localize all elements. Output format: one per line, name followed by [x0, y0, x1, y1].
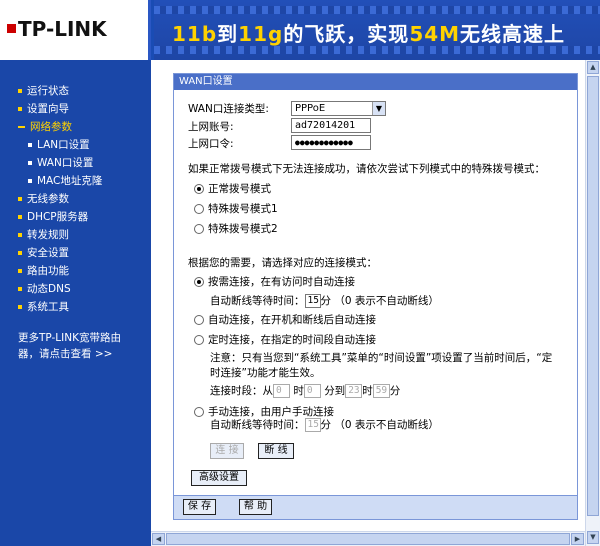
idle-time-row: 自动断线等待时间： 15 分 （0 表示不自动断线） [210, 294, 439, 308]
scroll-down-icon[interactable]: ▼ [587, 531, 599, 544]
sidebar-item-label: MAC地址克隆 [37, 175, 103, 187]
bullet-icon [18, 287, 22, 291]
sidebar-item-4[interactable]: WAN口设置 [18, 154, 102, 172]
mode-auto[interactable]: 自动连接，在开机和断线后自动连接 [194, 312, 376, 327]
sidebar-item-8[interactable]: 转发规则 [18, 226, 102, 244]
sidebar-item-2[interactable]: 网络参数 [18, 118, 102, 136]
radio-icon[interactable] [194, 315, 204, 325]
horizontal-scroll-thumb[interactable] [166, 533, 570, 545]
wan-type-label: WAN口连接类型: [188, 103, 269, 115]
bullet-icon [18, 305, 22, 309]
sidebar-item-label: LAN口设置 [37, 139, 90, 151]
sidebar-item-label: WAN口设置 [37, 157, 94, 169]
sidebar-item-label: 无线参数 [27, 193, 69, 205]
scroll-up-icon[interactable]: ▲ [587, 61, 599, 74]
manual-idle-input[interactable]: 15 [304, 418, 321, 432]
sidebar-item-label: 转发规则 [27, 229, 69, 241]
bullet-icon [18, 269, 22, 273]
sidebar-item-7[interactable]: DHCP服务器 [18, 208, 102, 226]
scroll-left-icon[interactable]: ◀ [152, 533, 165, 545]
sidebar-item-label: 网络参数 [30, 121, 72, 133]
password-label: 上网口令: [188, 138, 234, 150]
bullet-icon [18, 89, 22, 93]
dial-hint: 如果正常拨号模式下无法连接成功，请依次尝试下列模式中的特殊拨号模式： [188, 163, 545, 175]
action-bar: 保 存 帮 助 [174, 495, 577, 519]
sidebar-item-1[interactable]: 设置向导 [18, 100, 102, 118]
wan-type-select[interactable]: PPPoE ▼ [291, 101, 386, 116]
dial-mode-special-2[interactable]: 特殊拨号模式2 [194, 221, 278, 236]
vertical-scrollbar[interactable]: ▲ ▼ [585, 60, 600, 546]
brand-name: TP-LINK [18, 17, 107, 41]
bullet-icon [18, 126, 25, 128]
sidebar: 运行状态设置向导网络参数 LAN口设置 WAN口设置 MAC地址克隆无线参数 DHCP服… [0, 60, 151, 546]
horizontal-scrollbar[interactable]: ◀ ▶ [151, 531, 585, 546]
sidebar-item-0[interactable]: 运行状态 [18, 82, 102, 100]
banner: 11b到11g的飞跃，实现54M无线高速上 [154, 0, 600, 60]
timed-note-2: 时连接”功能才能生效。 [210, 367, 321, 379]
scroll-right-icon[interactable]: ▶ [571, 533, 584, 545]
sidebar-item-label: 路由功能 [27, 265, 69, 277]
radio-selected-icon[interactable] [194, 277, 204, 287]
connect-hint: 根据您的需要，请选择对应的连接模式： [188, 257, 377, 269]
radio-icon[interactable] [194, 224, 204, 234]
wan-settings-panel: WAN口设置 WAN口连接类型: PPPoE ▼ 上网账号: ad7201420… [173, 73, 578, 520]
mode-on-demand[interactable]: 按需连接，在有访问时自动连接 [194, 274, 355, 289]
sidebar-item-10[interactable]: 路由功能 [18, 262, 102, 280]
sidebar-item-label: 动态DNS [27, 283, 71, 295]
bullet-icon [18, 197, 22, 201]
period-end-minute[interactable]: 59 [372, 384, 390, 398]
mode-timed[interactable]: 定时连接，在指定的时间段自动连接 [194, 332, 376, 347]
bullet-icon [28, 143, 32, 147]
timed-note-1: 注意：只有当您到“系统工具”菜单的“时间设置”项设置了当前时间后，“定 [210, 352, 553, 364]
bullet-icon [18, 215, 22, 219]
sidebar-item-label: 系统工具 [27, 301, 69, 313]
vertical-scroll-thumb[interactable] [587, 76, 599, 516]
chevron-down-icon[interactable]: ▼ [372, 102, 385, 115]
period-end-hour[interactable]: 23 [345, 384, 363, 398]
sidebar-item-3[interactable]: LAN口设置 [18, 136, 102, 154]
dial-mode-normal[interactable]: 正常拨号模式 [194, 181, 271, 196]
idle-time-input[interactable]: 15 [304, 294, 321, 308]
more-products-link[interactable]: 更多TP-LINK宽带路由 器，请点击查看 >> [18, 330, 143, 362]
bullet-icon [28, 161, 32, 165]
radio-icon[interactable] [194, 407, 204, 417]
radio-selected-icon[interactable] [194, 184, 204, 194]
sidebar-item-6[interactable]: 无线参数 [18, 190, 102, 208]
account-input[interactable]: ad72014201 [291, 118, 371, 133]
bullet-icon [18, 107, 22, 111]
period-row: 连接时段：从 0 时0 分到 23 时 59 分 [210, 384, 401, 398]
sidebar-item-label: 运行状态 [27, 85, 69, 97]
sidebar-item-label: DHCP服务器 [27, 211, 89, 223]
sidebar-menu: 运行状态设置向导网络参数 LAN口设置 WAN口设置 MAC地址克隆无线参数 DHCP服… [18, 82, 102, 316]
save-button[interactable]: 保 存 [183, 499, 216, 515]
period-start-hour[interactable]: 0 [273, 384, 290, 398]
period-start-minute[interactable]: 0 [303, 384, 321, 398]
connect-button[interactable]: 连 接 [210, 443, 244, 459]
sidebar-item-5[interactable]: MAC地址克隆 [18, 172, 102, 190]
disconnect-button[interactable]: 断 线 [258, 443, 294, 459]
sidebar-item-12[interactable]: 系统工具 [18, 298, 102, 316]
radio-icon[interactable] [194, 204, 204, 214]
sidebar-item-label: 设置向导 [27, 103, 69, 115]
logo: TP-LINK [0, 0, 151, 60]
bullet-icon [18, 251, 22, 255]
logo-mark-icon [7, 24, 16, 33]
advanced-settings-button[interactable]: 高级设置 [191, 470, 247, 486]
account-label: 上网账号: [188, 121, 234, 133]
panel-title: WAN口设置 [174, 74, 577, 90]
sidebar-item-9[interactable]: 安全设置 [18, 244, 102, 262]
bullet-icon [18, 233, 22, 237]
banner-slogan: 11b到11g的飞跃，实现54M无线高速上 [172, 22, 566, 46]
radio-icon[interactable] [194, 335, 204, 345]
sidebar-item-11[interactable]: 动态DNS [18, 280, 102, 298]
dial-mode-special-1[interactable]: 特殊拨号模式1 [194, 201, 278, 216]
bullet-icon [28, 179, 32, 183]
help-button[interactable]: 帮 助 [239, 499, 272, 515]
manual-idle-row: 自动断线等待时间： 15 分 （0 表示不自动断线） [210, 418, 439, 432]
header: TP-LINK 11b到11g的飞跃，实现54M无线高速上 [0, 0, 600, 60]
password-input[interactable]: ●●●●●●●●●●●● [291, 135, 371, 150]
sidebar-item-label: 安全设置 [27, 247, 69, 259]
